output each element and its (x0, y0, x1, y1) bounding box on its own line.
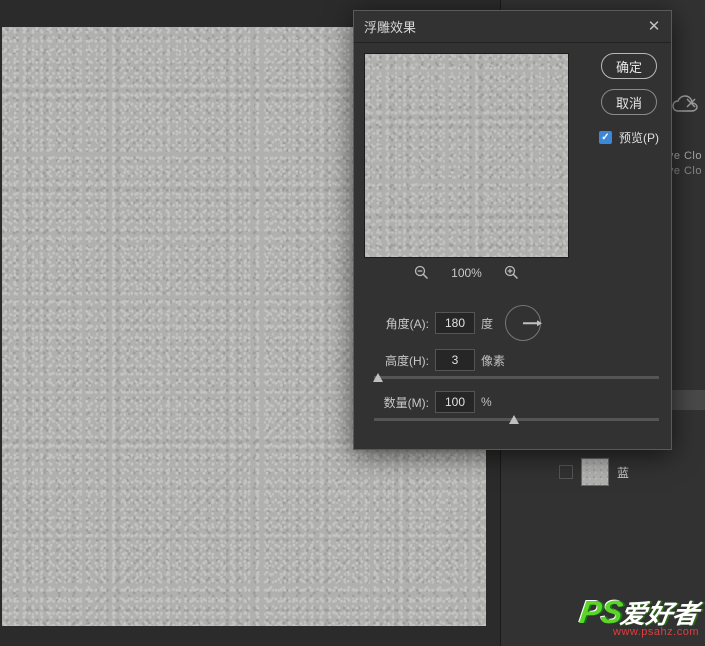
height-row: 高度(H): 像素 (374, 349, 657, 371)
controls: 角度(A): 度 高度(H): 像素 数量(M): % (374, 305, 657, 433)
layer-thumbnail[interactable] (581, 458, 609, 486)
cancel-button[interactable]: 取消 (601, 89, 657, 115)
angle-pointer (523, 322, 539, 324)
amount-slider-thumb[interactable] (509, 415, 519, 424)
preview-checkbox-label: 预览(P) (619, 129, 659, 146)
cloud-text-1: ve Clo (668, 150, 702, 162)
angle-unit: 度 (481, 315, 493, 332)
preview-checkbox[interactable]: ✓ (599, 131, 612, 144)
height-slider-thumb[interactable] (373, 373, 383, 382)
dialog-titlebar[interactable]: 浮雕效果 ✕ (354, 11, 671, 43)
close-icon: ✕ (648, 17, 661, 35)
amount-label: 数量(M): (374, 394, 429, 411)
height-unit: 像素 (481, 352, 505, 369)
layer-row[interactable]: 蓝 (559, 458, 629, 486)
angle-dial[interactable] (505, 305, 541, 341)
cloud-text-2: ve Clo (668, 165, 702, 177)
amount-slider[interactable] (374, 418, 659, 421)
watermark-logo: PS爱好者 (578, 596, 701, 628)
height-label: 高度(H): (374, 352, 429, 369)
close-button[interactable]: ✕ (645, 17, 663, 35)
preview-checkbox-row[interactable]: ✓ 预览(P) (599, 129, 659, 146)
checkmark-icon: ✓ (601, 132, 609, 143)
dialog-body: 100% 确定 取消 ✓ 预览(P) 角度(A): 度 (354, 43, 671, 63)
dialog-title: 浮雕效果 (364, 17, 416, 36)
preview-image[interactable] (364, 53, 569, 258)
angle-input[interactable] (435, 312, 475, 334)
angle-label: 角度(A): (374, 315, 429, 332)
dialog-button-column: 确定 取消 ✓ 预览(P) (599, 53, 659, 146)
zoom-value: 100% (451, 266, 482, 280)
layer-name[interactable]: 蓝 (617, 464, 629, 481)
height-input[interactable] (435, 349, 475, 371)
amount-row: 数量(M): % (374, 391, 657, 413)
watermark: PS爱好者 www.psahz.com (580, 596, 699, 638)
zoom-controls: 100% (364, 265, 569, 280)
amount-input[interactable] (435, 391, 475, 413)
amount-unit: % (481, 395, 492, 409)
height-slider[interactable] (374, 376, 659, 379)
layer-visibility-toggle[interactable] (559, 465, 573, 479)
watermark-ahz: 爱好者 (619, 601, 701, 627)
ok-button[interactable]: 确定 (601, 53, 657, 79)
preview-noise (365, 54, 568, 257)
cloud-icon (670, 95, 700, 117)
zoom-out-icon[interactable] (414, 265, 429, 280)
emboss-dialog: 浮雕效果 ✕ 100% 确定 取消 ✓ 预览(P) (353, 10, 672, 450)
angle-row: 角度(A): 度 (374, 305, 657, 341)
zoom-in-icon[interactable] (504, 265, 519, 280)
